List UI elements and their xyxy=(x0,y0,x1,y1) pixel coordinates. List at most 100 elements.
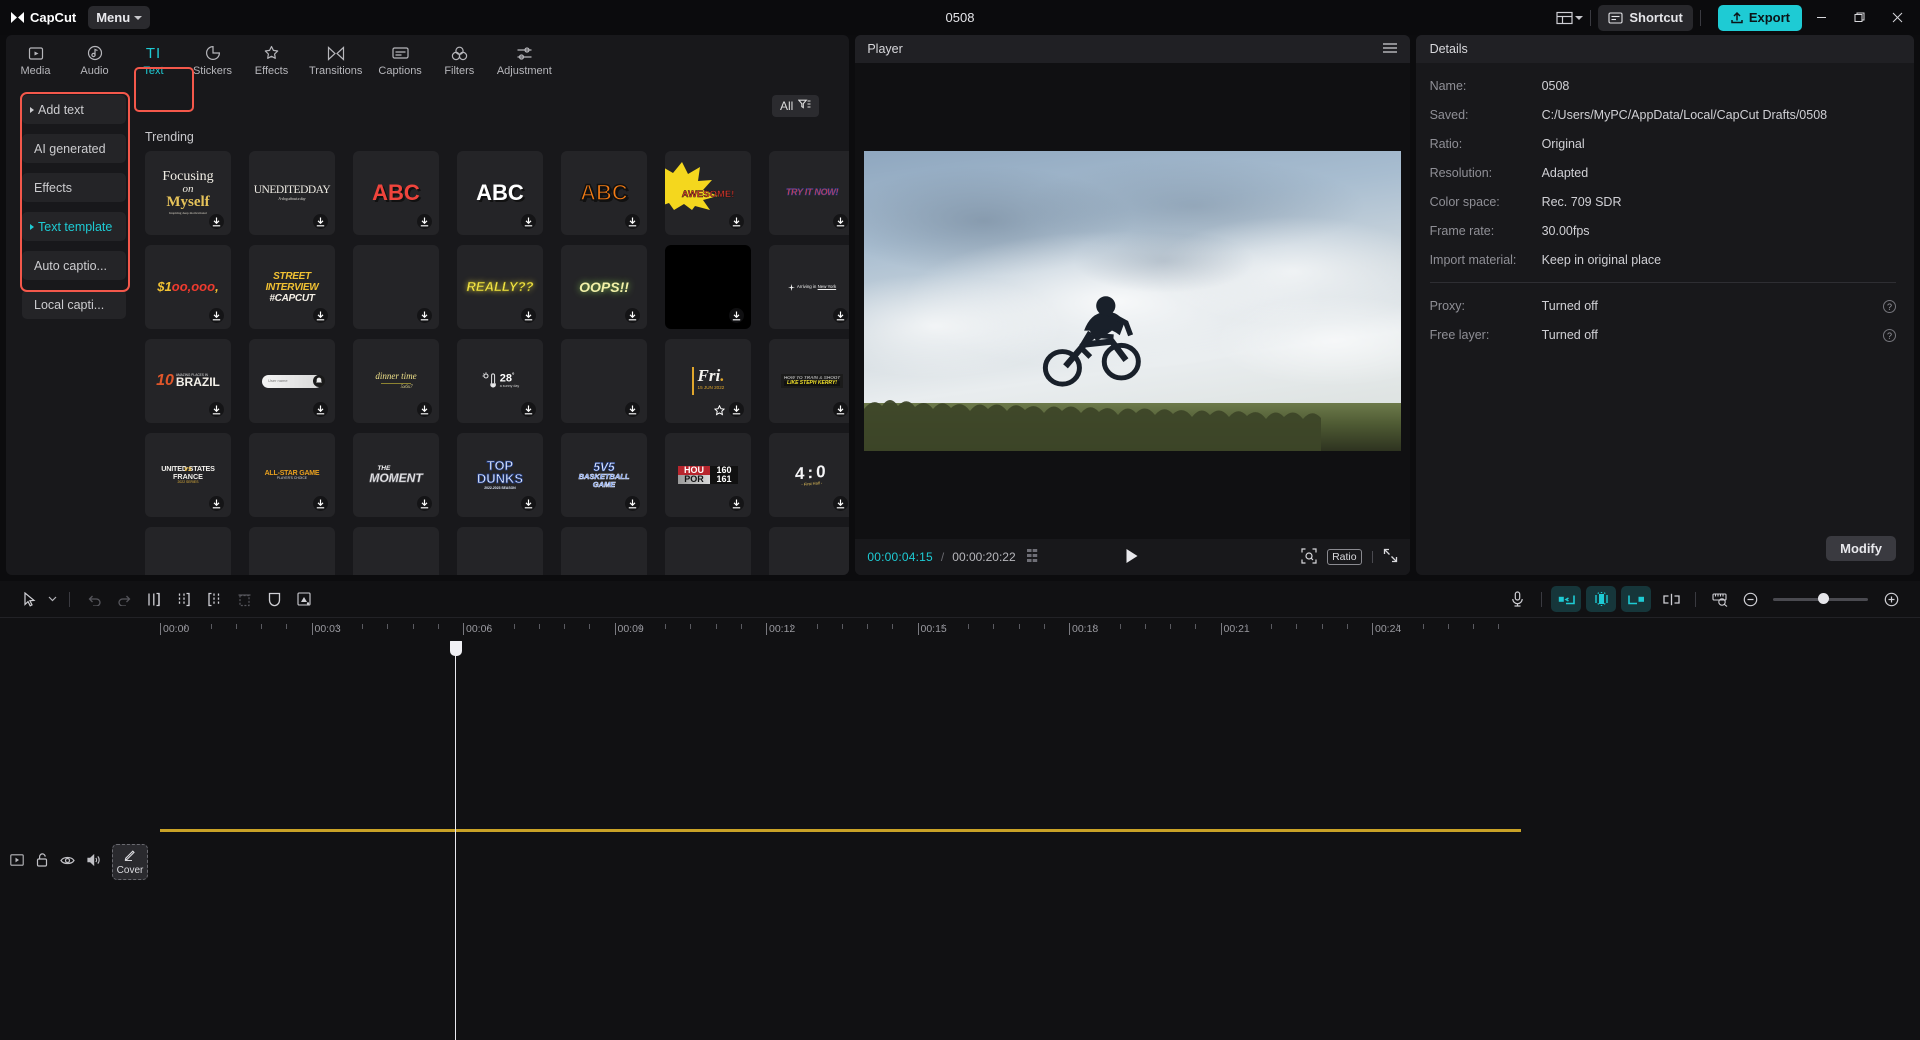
template-cell[interactable] xyxy=(145,527,231,575)
tab-text[interactable]: TI Text xyxy=(124,37,183,83)
filter-button[interactable]: All xyxy=(772,95,819,117)
template-cell[interactable]: Arriving in New York xyxy=(769,245,849,329)
download-icon[interactable] xyxy=(521,308,536,323)
cursor-icon[interactable] xyxy=(14,586,44,612)
menu-button[interactable]: Menu xyxy=(88,6,150,29)
zoom-slider[interactable] xyxy=(1773,598,1868,601)
template-cell[interactable]: User name xyxy=(249,339,335,423)
download-icon[interactable] xyxy=(417,214,432,229)
template-cell[interactable]: STREETINTERVIEW#CAPCUT xyxy=(249,245,335,329)
download-icon[interactable] xyxy=(833,308,848,323)
download-icon[interactable] xyxy=(521,496,536,511)
zoom-in-icon[interactable] xyxy=(1876,586,1906,612)
shortcut-button[interactable]: Shortcut xyxy=(1598,5,1692,31)
download-icon[interactable] xyxy=(729,214,744,229)
template-cell[interactable]: 10AMAZING PLACES INBRAZIL xyxy=(145,339,231,423)
template-cell[interactable]: TRY IT NOW! xyxy=(769,151,849,235)
download-icon[interactable] xyxy=(209,308,224,323)
tab-transitions[interactable]: Transitions xyxy=(301,37,370,83)
zoom-out-icon[interactable] xyxy=(1735,586,1765,612)
zoom-slider-handle[interactable] xyxy=(1818,593,1829,604)
template-cell[interactable] xyxy=(769,527,849,575)
download-icon[interactable] xyxy=(833,214,848,229)
template-cell[interactable] xyxy=(353,527,439,575)
download-icon[interactable] xyxy=(729,496,744,511)
trash-icon[interactable] xyxy=(229,586,259,612)
template-cell[interactable]: TOPDUNKS2022-2023 SEASON xyxy=(457,433,543,517)
template-cell[interactable]: HOW TO TRAIN & SHOOTLIKE STEPH KERRY! xyxy=(769,339,849,423)
template-cell[interactable]: ALL-STAR GAMEPLAYER'S CHOICE xyxy=(249,433,335,517)
tab-adjustment[interactable]: Adjustment xyxy=(489,37,560,83)
template-cell[interactable]: 5V5BASKETBALLGAME xyxy=(561,433,647,517)
template-cell[interactable] xyxy=(561,339,647,423)
crop-icon[interactable] xyxy=(1301,548,1317,567)
download-icon[interactable] xyxy=(625,214,640,229)
download-icon[interactable] xyxy=(729,402,744,417)
template-cell[interactable]: Fri.15 JUN 2022 xyxy=(665,339,751,423)
template-cell[interactable]: ABC xyxy=(353,151,439,235)
download-icon[interactable] xyxy=(625,402,640,417)
video-preview[interactable] xyxy=(864,151,1401,451)
trim-left-icon[interactable] xyxy=(169,586,199,612)
download-icon[interactable] xyxy=(417,402,432,417)
download-icon[interactable] xyxy=(833,496,848,511)
tab-audio[interactable]: Audio xyxy=(65,37,124,83)
tab-media[interactable]: Media xyxy=(6,37,65,83)
frames-icon[interactable] xyxy=(1027,549,1043,565)
player-stage[interactable] xyxy=(855,63,1409,539)
help-icon[interactable]: ? xyxy=(1883,329,1896,342)
template-cell[interactable] xyxy=(561,527,647,575)
template-cell[interactable] xyxy=(665,527,751,575)
playhead[interactable] xyxy=(455,641,456,1040)
modify-button[interactable]: Modify xyxy=(1826,536,1896,561)
download-icon[interactable] xyxy=(729,308,744,323)
download-icon[interactable] xyxy=(521,214,536,229)
layout-chevron-icon[interactable] xyxy=(1575,16,1583,20)
ruler-icon[interactable] xyxy=(1705,586,1735,612)
sidebar-item-text-template[interactable]: Text template xyxy=(22,212,126,241)
speaker-icon[interactable] xyxy=(87,854,101,869)
ratio-button[interactable]: Ratio xyxy=(1327,549,1362,565)
snap-right-icon[interactable] xyxy=(1621,586,1651,612)
sidebar-item-add-text[interactable]: Add text xyxy=(22,95,126,124)
tab-stickers[interactable]: Stickers xyxy=(183,37,242,83)
download-icon[interactable] xyxy=(833,402,848,417)
download-icon[interactable] xyxy=(625,496,640,511)
magnet-icon[interactable] xyxy=(1586,586,1616,612)
playhead-handle[interactable] xyxy=(450,641,462,656)
download-icon[interactable] xyxy=(313,402,328,417)
star-icon[interactable] xyxy=(712,403,726,417)
play-button[interactable] xyxy=(1125,548,1139,567)
help-icon[interactable]: ? xyxy=(1883,300,1896,313)
download-icon[interactable] xyxy=(209,496,224,511)
template-cell[interactable]: HOU160POR161 xyxy=(665,433,751,517)
download-icon[interactable] xyxy=(313,214,328,229)
sidebar-item-auto-captions[interactable]: Auto captio... xyxy=(22,251,126,280)
close-icon[interactable] xyxy=(1878,0,1916,35)
template-cell[interactable] xyxy=(665,245,751,329)
trim-right-icon[interactable] xyxy=(199,586,229,612)
template-cell[interactable] xyxy=(457,527,543,575)
download-icon[interactable] xyxy=(209,402,224,417)
download-icon[interactable] xyxy=(521,402,536,417)
download-icon[interactable] xyxy=(625,308,640,323)
export-button[interactable]: Export xyxy=(1718,5,1802,31)
split-icon[interactable] xyxy=(139,586,169,612)
shield-icon[interactable] xyxy=(259,586,289,612)
download-icon[interactable] xyxy=(417,496,432,511)
template-cell[interactable]: $1oo,ooo, xyxy=(145,245,231,329)
download-icon[interactable] xyxy=(209,214,224,229)
template-cell[interactable] xyxy=(249,527,335,575)
template-cell[interactable]: ABC xyxy=(457,151,543,235)
download-icon[interactable] xyxy=(313,496,328,511)
link-icon[interactable] xyxy=(1656,586,1686,612)
sidebar-item-local-captions[interactable]: Local capti... xyxy=(22,290,126,319)
sidebar-item-effects[interactable]: Effects xyxy=(22,173,126,202)
timeline-ruler[interactable]: 00:0000:0300:0600:0900:1200:1500:1800:21… xyxy=(0,617,1920,641)
template-cell[interactable]: REALLY?? xyxy=(457,245,543,329)
template-cell[interactable]: ABC xyxy=(561,151,647,235)
snap-left-icon[interactable] xyxy=(1551,586,1581,612)
undo-icon[interactable] xyxy=(79,586,109,612)
chevron-down-icon[interactable] xyxy=(44,586,60,612)
template-cell[interactable]: AWESOME! xyxy=(665,151,751,235)
